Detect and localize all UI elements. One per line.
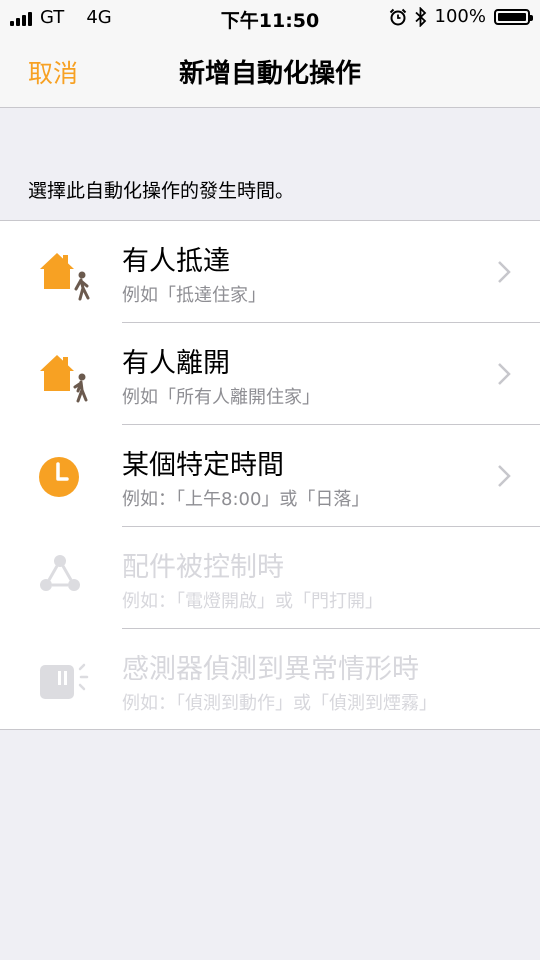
sensor-icon [40, 663, 89, 699]
item-title: 感測器偵測到異常情形時 [122, 654, 419, 685]
item-subtitle: 例如「抵達住家」 [122, 285, 266, 306]
person-arrive-home-icon [40, 253, 90, 301]
bluetooth-icon [414, 6, 426, 27]
list-item-accessory-controlled: 配件被控制時 例如：「電燈開啟」或「門打開」 [0, 527, 540, 629]
battery-percent: 100% [434, 6, 486, 27]
navigation-bar: 取消 新增自動化操作 [0, 36, 540, 108]
item-subtitle: 例如：「偵測到動作」或「偵測到煙霧」 [122, 693, 437, 714]
chevron-right-icon [498, 363, 511, 385]
list-item-person-arrives[interactable]: 有人抵達 例如「抵達住家」 [0, 221, 540, 323]
item-subtitle: 例如：「上午8:00」或「日落」 [122, 489, 370, 510]
battery-icon [494, 8, 533, 25]
section-header: 選擇此自動化操作的發生時間。 [28, 180, 295, 202]
item-title: 有人抵達 [122, 246, 230, 277]
item-title: 配件被控制時 [122, 552, 284, 583]
clock-icon [39, 457, 79, 497]
chevron-right-icon [498, 465, 511, 487]
status-bar: GT 4G 下午11:50 100% [0, 0, 540, 36]
trigger-list: 有人抵達 例如「抵達住家」 有人離開 例如「所有人離開住家」 某個特定時間 例如… [0, 220, 540, 730]
page-title: 新增自動化操作 [178, 59, 361, 89]
alarm-icon [389, 8, 406, 25]
item-subtitle: 例如：「電燈開啟」或「門打開」 [122, 591, 383, 612]
item-title: 某個特定時間 [122, 450, 284, 481]
list-item-specific-time[interactable]: 某個特定時間 例如：「上午8:00」或「日落」 [0, 425, 540, 527]
chevron-right-icon [498, 261, 511, 283]
list-item-sensor-detects: 感測器偵測到異常情形時 例如：「偵測到動作」或「偵測到煙霧」 [0, 629, 540, 731]
list-item-person-leaves[interactable]: 有人離開 例如「所有人離開住家」 [0, 323, 540, 425]
person-leave-home-icon [40, 355, 88, 403]
accessory-icon [40, 555, 80, 591]
item-title: 有人離開 [122, 348, 230, 379]
item-subtitle: 例如「所有人離開住家」 [122, 387, 320, 408]
